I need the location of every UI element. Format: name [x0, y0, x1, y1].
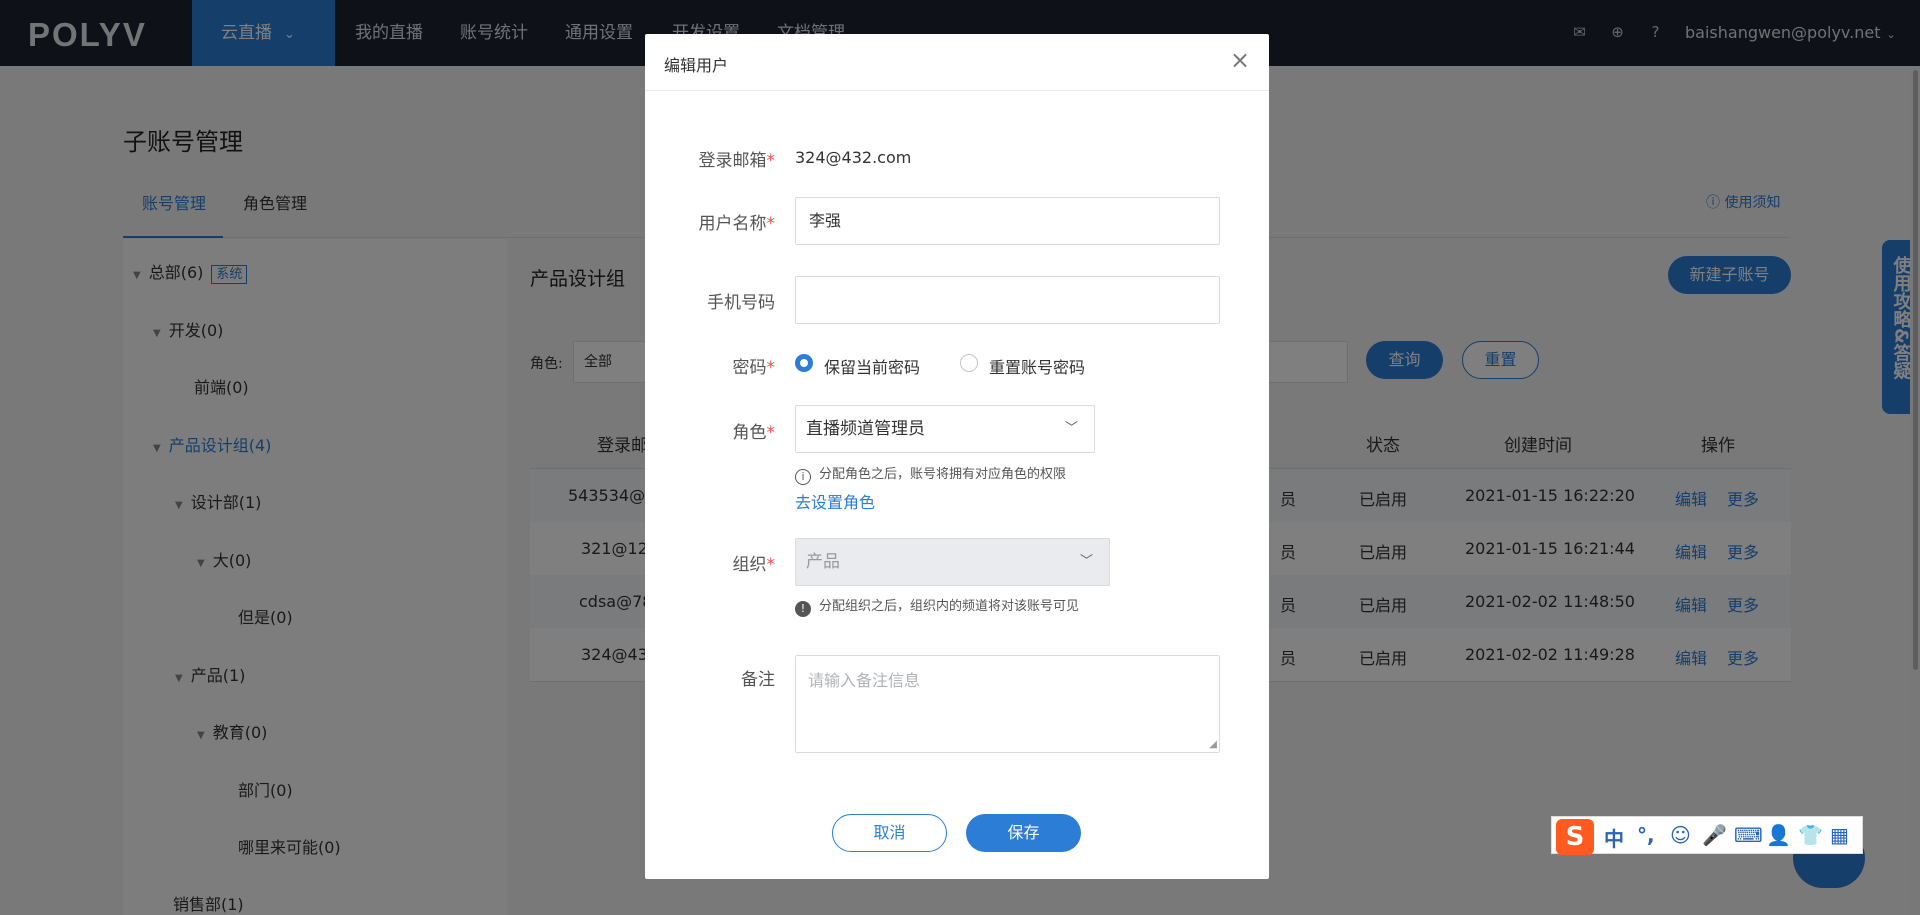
remark-placeholder: 请输入备注信息: [808, 671, 921, 690]
toolbox-icon[interactable]: ▦: [1830, 823, 1849, 847]
edit-user-dialog: 编辑用户 × 登录邮箱* 324@432.com 用户名称* 李强 手机号码 密…: [645, 34, 1269, 879]
chevron-down-icon: ﹀: [1079, 554, 1093, 569]
keep-password-label[interactable]: 保留当前密码: [824, 354, 920, 378]
org-select-value: 产品: [806, 552, 840, 572]
chevron-down-icon: ﹀: [1064, 421, 1078, 436]
role-label-text: 角色: [732, 423, 767, 443]
ime-toolbar[interactable]: S 中 °, ☺ 🎤 ⌨ 👤 👕 ▦: [1551, 816, 1863, 855]
required-mark: *: [766, 214, 776, 234]
cancel-button[interactable]: 取消: [832, 814, 947, 852]
alert-icon: !: [795, 601, 811, 617]
role-label: 角色*: [645, 418, 776, 443]
remark-label: 备注: [741, 670, 775, 690]
required-mark: *: [766, 358, 776, 378]
role-hint-text: 分配角色之后，账号将拥有对应角色的权限: [819, 467, 1067, 482]
ime-chinese-mode[interactable]: 中: [1604, 823, 1624, 852]
emoji-icon[interactable]: ☺: [1670, 823, 1691, 847]
password-label: 密码*: [645, 353, 776, 378]
email-label-text: 登录邮箱: [698, 151, 767, 171]
phone-label: 手机号码: [707, 293, 775, 313]
role-hint: i 分配角色之后，账号将拥有对应角色的权限: [795, 463, 1066, 485]
keyboard-icon[interactable]: ⌨: [1734, 823, 1763, 847]
required-mark: *: [766, 423, 776, 443]
sogou-logo-icon[interactable]: S: [1556, 819, 1594, 855]
required-mark: *: [766, 151, 776, 171]
dialog-header: 编辑用户 ×: [645, 34, 1269, 91]
resize-handle-icon[interactable]: ◢: [1209, 739, 1217, 750]
reset-password-radio[interactable]: [960, 354, 978, 372]
required-mark: *: [766, 555, 776, 575]
user-icon[interactable]: 👤: [1766, 823, 1791, 847]
remark-textarea[interactable]: 请输入备注信息 ◢: [795, 655, 1220, 753]
dialog-title: 编辑用户: [664, 56, 729, 75]
username-label: 用户名称*: [645, 209, 776, 234]
role-select-value: 直播频道管理员: [806, 419, 925, 439]
phone-input[interactable]: [795, 276, 1220, 324]
org-select: 产品 ﹀: [795, 538, 1110, 586]
org-label-text: 组织: [732, 555, 767, 575]
skin-icon[interactable]: 👕: [1798, 823, 1823, 847]
org-label: 组织*: [645, 550, 776, 575]
set-role-link[interactable]: 去设置角色: [795, 489, 875, 513]
username-input[interactable]: 李强: [795, 197, 1220, 245]
microphone-icon[interactable]: 🎤: [1702, 823, 1727, 847]
email-label: 登录邮箱*: [645, 146, 776, 171]
close-icon[interactable]: ×: [1230, 46, 1250, 74]
org-hint: ! 分配组织之后，组织内的频道将对该账号可见: [795, 595, 1079, 617]
info-icon: i: [795, 469, 811, 485]
reset-password-label[interactable]: 重置账号密码: [989, 354, 1085, 378]
role-select[interactable]: 直播频道管理员 ﹀: [795, 405, 1095, 453]
email-value: 324@432.com: [795, 148, 912, 167]
password-label-text: 密码: [732, 358, 767, 378]
ime-punctuation[interactable]: °,: [1637, 823, 1655, 847]
save-button[interactable]: 保存: [966, 814, 1081, 852]
org-hint-text: 分配组织之后，组织内的频道将对该账号可见: [819, 599, 1080, 614]
keep-password-radio[interactable]: [795, 354, 813, 372]
username-label-text: 用户名称: [698, 214, 767, 234]
